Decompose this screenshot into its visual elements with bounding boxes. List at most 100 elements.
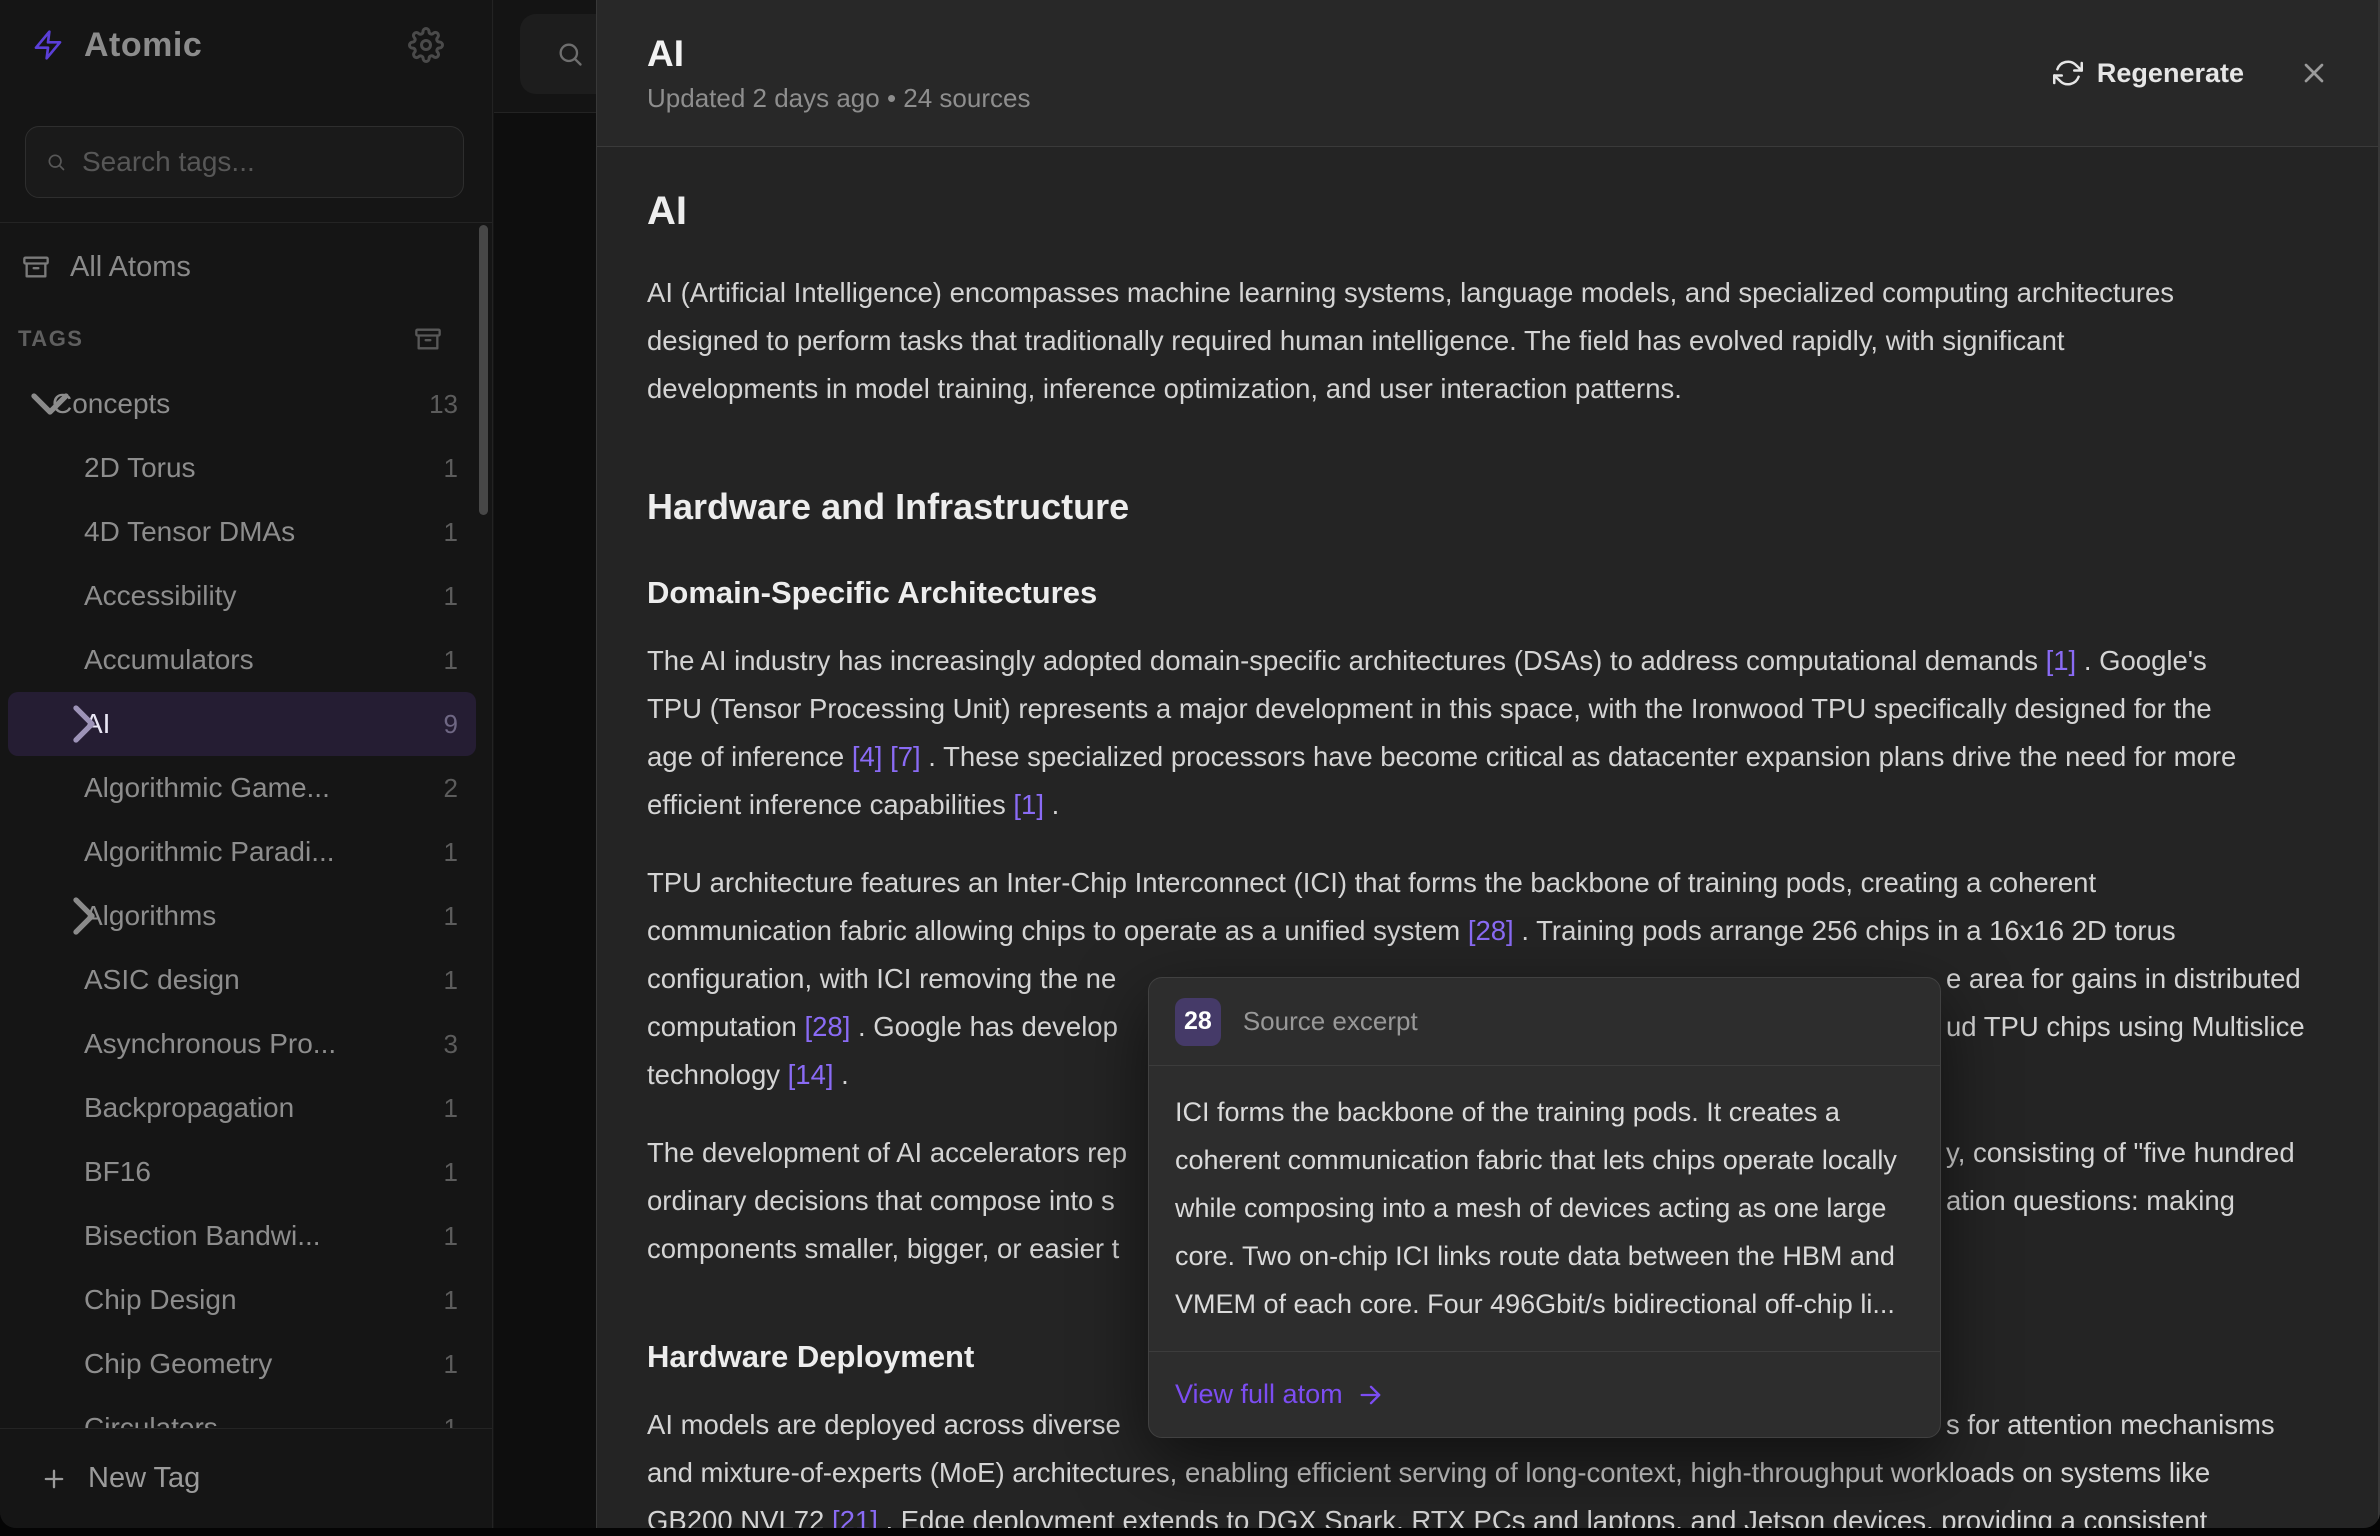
- text-fragment: GB200 NVL72 [21] . Edge deployment exten…: [647, 1505, 2207, 1528]
- tag-label: Bisection Bandwi...: [8, 1220, 321, 1252]
- tag-label: Backpropagation: [8, 1092, 294, 1124]
- text-line: developments in model training, inferenc…: [647, 365, 2334, 413]
- sidebar-tag-circulators[interactable]: Circulators 1: [8, 1396, 476, 1428]
- sidebar-tag-algorithmic-paradi[interactable]: Algorithmic Paradi... 1: [8, 820, 476, 884]
- article-heading: Hardware and Infrastructure: [647, 485, 2334, 529]
- tag-label: Accumulators: [8, 644, 254, 676]
- text-fragment: TPU architecture features an Inter-Chip …: [647, 867, 2096, 898]
- chevron-down-icon[interactable]: [18, 372, 82, 436]
- text-line: age of inference [4] [7] . These special…: [647, 733, 2334, 781]
- text-line: TPU (Tensor Processing Unit) represents …: [647, 685, 2334, 733]
- text-fragment: ud TPU chips using Multislice: [1946, 1003, 2305, 1051]
- tag-label: Chip Geometry: [8, 1348, 272, 1380]
- text-line: TPU architecture features an Inter-Chip …: [647, 859, 2334, 907]
- new-tag-label: New Tag: [88, 1462, 200, 1495]
- text-fragment: The AI industry has increasingly adopted…: [647, 645, 2207, 676]
- tag-count: 3: [444, 1029, 458, 1060]
- sidebar-tag-algorithmic-game[interactable]: Algorithmic Game...2: [8, 756, 476, 820]
- sidebar-tag-bf16[interactable]: BF161: [8, 1140, 476, 1204]
- source-ref[interactable]: [4]: [852, 741, 883, 772]
- tag-count: 1: [444, 1413, 458, 1429]
- sidebar-tag-chip-design[interactable]: Chip Design1: [8, 1268, 476, 1332]
- gear-icon[interactable]: [408, 27, 444, 63]
- source-ref[interactable]: [14]: [788, 1059, 834, 1090]
- archive-box-icon[interactable]: [414, 325, 442, 353]
- sidebar-tag-bisection-bandwi[interactable]: Bisection Bandwi... 1: [8, 1204, 476, 1268]
- source-ref[interactable]: [28]: [1468, 915, 1514, 946]
- source-ref[interactable]: [7]: [890, 741, 921, 772]
- article-paragraph: The AI industry has increasingly adopted…: [647, 637, 2334, 829]
- view-full-atom-label: View full atom: [1175, 1379, 1343, 1410]
- tag-label: Algorithmic Paradi...: [8, 836, 335, 868]
- text-fragment: s for attention mechanisms: [1946, 1401, 2275, 1449]
- tag-count: 2: [444, 773, 458, 804]
- search-input[interactable]: [82, 146, 443, 178]
- sidebar-tag-concepts[interactable]: Concepts13: [8, 372, 476, 436]
- sidebar-tag-2d-torus[interactable]: 2D Torus1: [8, 436, 476, 500]
- text-line: GB200 NVL72 [21] . Edge deployment exten…: [647, 1497, 2334, 1528]
- text-fragment: y, consisting of "five hundred: [1946, 1129, 2295, 1177]
- sidebar-tag-asic-design[interactable]: ASIC design1: [8, 948, 476, 1012]
- app-title: Atomic: [84, 26, 202, 65]
- atoms-column: [494, 0, 596, 1528]
- atoms-search-box[interactable]: [520, 14, 596, 94]
- tag-count: 13: [429, 389, 458, 420]
- article-paragraph: AI (Artificial Intelligence) encompasses…: [647, 269, 2334, 413]
- sidebar-tag-backpropagation[interactable]: Backpropagation1: [8, 1076, 476, 1140]
- screen: Atomic All Atoms TAGS Concepts132D Torus…: [0, 0, 2380, 1536]
- regenerate-label: Regenerate: [2097, 58, 2244, 89]
- text-fragment: age of inference [4] [7] . These special…: [647, 741, 2236, 772]
- tag-search-box[interactable]: [25, 126, 464, 198]
- tag-count: 1: [444, 453, 458, 484]
- tag-label: Accessibility: [8, 580, 236, 612]
- chevron-right-icon[interactable]: [52, 692, 116, 756]
- search-icon: [46, 148, 66, 176]
- text-fragment: configuration, with ICI removing the ne: [647, 963, 1116, 994]
- source-ref[interactable]: [1]: [1013, 789, 1044, 820]
- sidebar-item-all-atoms[interactable]: All Atoms: [22, 238, 472, 296]
- regenerate-button[interactable]: Regenerate: [2053, 58, 2244, 89]
- sidebar-tag-accessibility[interactable]: Accessibility 1: [8, 564, 476, 628]
- arrow-right-icon: [1357, 1381, 1385, 1409]
- text-fragment: AI (Artificial Intelligence) encompasses…: [647, 277, 2174, 308]
- source-ref[interactable]: [28]: [804, 1011, 850, 1042]
- text-line: and mixture-of-experts (MoE) architectur…: [647, 1449, 2334, 1497]
- tag-count: 1: [444, 1221, 458, 1252]
- chevron-right-icon[interactable]: [52, 884, 116, 948]
- refresh-icon: [2053, 58, 2083, 88]
- sidebar-tag-asynchronous-pro[interactable]: Asynchronous Pro...3: [8, 1012, 476, 1076]
- new-tag-button[interactable]: New Tag: [0, 1428, 492, 1528]
- source-ref[interactable]: [1]: [2046, 645, 2077, 676]
- source-ref[interactable]: [21]: [832, 1505, 878, 1528]
- text-line: The AI industry has increasingly adopted…: [647, 637, 2334, 685]
- sidebar-tag-ai[interactable]: AI9: [8, 692, 476, 756]
- atom-detail-panel: AI Updated 2 days ago • 24 sources Regen…: [596, 0, 2380, 1528]
- tag-count: 1: [444, 837, 458, 868]
- sidebar-header: Atomic: [0, 0, 492, 90]
- sidebar-tag-algorithms[interactable]: Algorithms1: [8, 884, 476, 948]
- tag-label: Circulators: [8, 1412, 218, 1428]
- tag-count: 1: [444, 581, 458, 612]
- tags-section-header: TAGS: [18, 316, 442, 362]
- close-button[interactable]: [2298, 57, 2330, 89]
- text-fragment: efficient inference capabilities [1] .: [647, 789, 1059, 820]
- text-fragment: designed to perform tasks that tradition…: [647, 325, 2065, 356]
- sidebar-tag-4d-tensor-dmas[interactable]: 4D Tensor DMAs1: [8, 500, 476, 564]
- sidebar-scrollbar-thumb[interactable]: [479, 225, 488, 515]
- text-fragment: ordinary decisions that compose into s: [647, 1185, 1115, 1216]
- sidebar: Atomic All Atoms TAGS Concepts132D Torus…: [0, 0, 493, 1528]
- plus-icon: [40, 1465, 68, 1493]
- popup-header: 28 Source excerpt: [1149, 978, 1940, 1066]
- sidebar-tag-chip-geometry[interactable]: Chip Geometry1: [8, 1332, 476, 1396]
- tag-label: 4D Tensor DMAs: [8, 516, 295, 548]
- tag-label: ASIC design: [8, 964, 240, 996]
- detail-header: AI Updated 2 days ago • 24 sources Regen…: [597, 0, 2380, 147]
- sidebar-divider: [0, 222, 492, 223]
- source-excerpt-popup: 28 Source excerpt ICI forms the backbone…: [1148, 977, 1941, 1438]
- tag-count: 1: [444, 645, 458, 676]
- sidebar-tag-accumulators[interactable]: Accumulators 1: [8, 628, 476, 692]
- view-full-atom-link[interactable]: View full atom: [1149, 1351, 1940, 1437]
- search-icon: [556, 40, 584, 68]
- detail-meta: Updated 2 days ago • 24 sources: [647, 83, 1030, 114]
- close-icon: [2298, 57, 2330, 89]
